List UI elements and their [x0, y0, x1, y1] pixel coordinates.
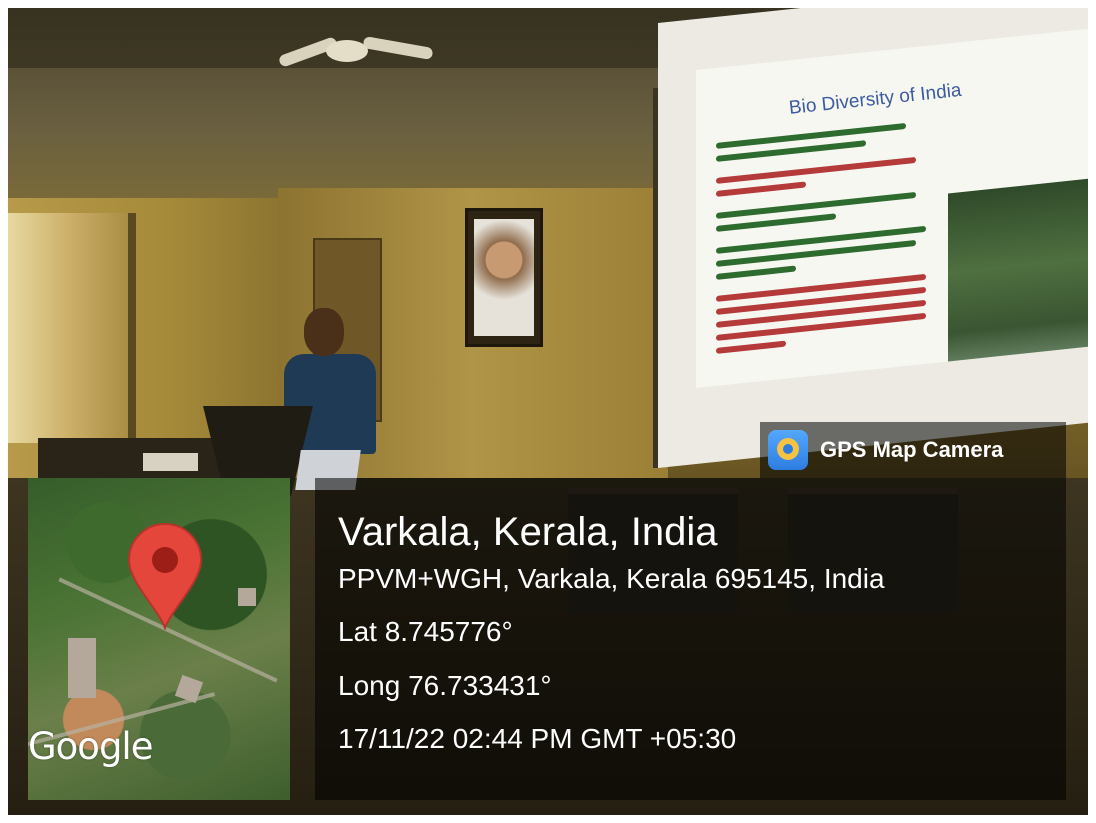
ceiling-fan	[277, 28, 434, 68]
presentation-slide	[696, 28, 1088, 389]
longitude: Long 76.733431°	[338, 670, 552, 701]
table-device	[143, 453, 198, 471]
timestamp: 17/11/22 02:44 PM GMT +05:30	[338, 723, 737, 754]
badge-label: GPS Map Camera	[820, 437, 1004, 462]
map-pin-icon	[127, 523, 203, 630]
latitude: Lat 8.745776°	[338, 616, 513, 647]
address: PPVM+WGH, Varkala, Kerala 695145, India	[338, 563, 885, 594]
gps-map-camera-badge: GPS Map Camera	[760, 422, 1066, 478]
location-map[interactable]: Google	[28, 478, 290, 800]
google-logo: Google	[28, 725, 153, 768]
window	[8, 213, 128, 443]
gps-map-camera-icon	[768, 430, 808, 470]
place-name: Varkala, Kerala, India	[338, 510, 718, 554]
window-frame	[128, 213, 136, 443]
location-info-panel: Varkala, Kerala, India PPVM+WGH, Varkala…	[315, 478, 1066, 800]
wall-portrait	[465, 208, 543, 347]
